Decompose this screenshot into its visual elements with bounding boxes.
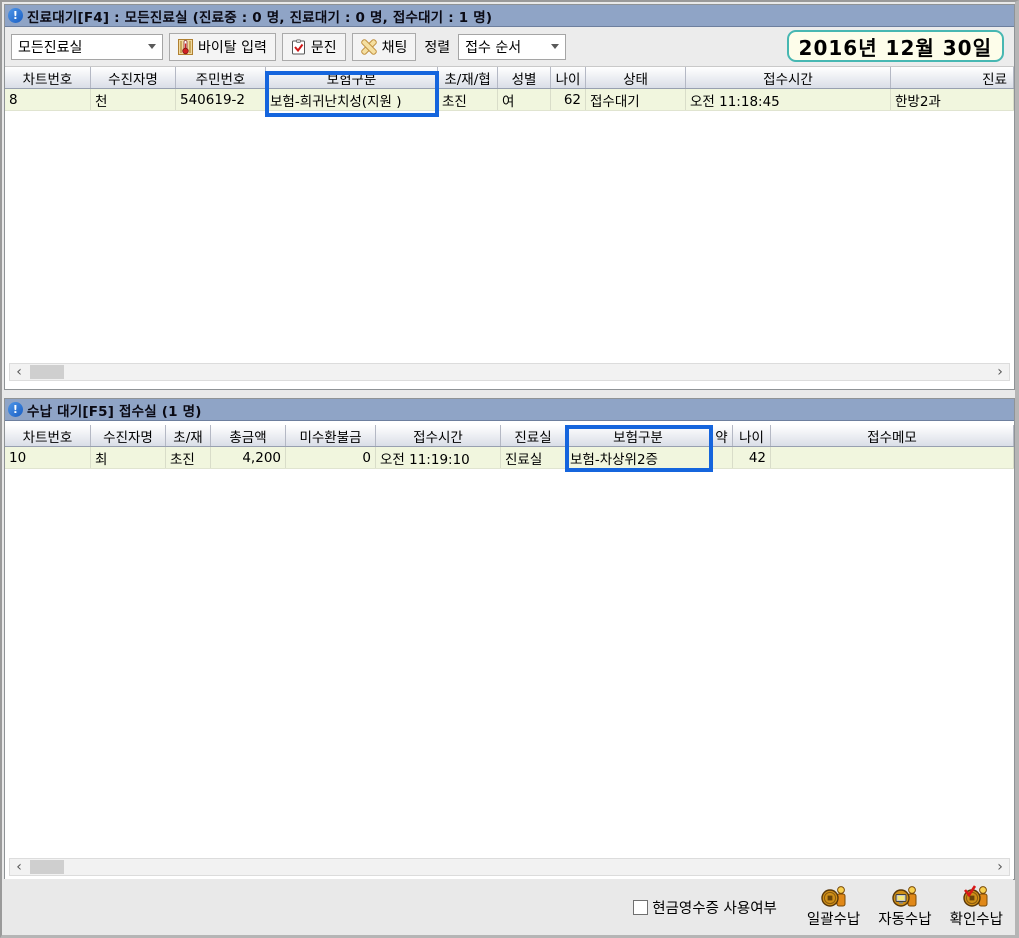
- room-select[interactable]: 모든진료실: [11, 34, 163, 60]
- column-header-insurance[interactable]: 보험구분: [266, 67, 438, 88]
- cell-patient: 천: [91, 89, 176, 110]
- cell-dept: 한방2과: [891, 89, 1014, 110]
- cell-refund: 0: [286, 447, 376, 468]
- column-header-insurance[interactable]: 보험구분: [566, 425, 711, 446]
- cell-chart-no: 8: [5, 89, 91, 110]
- scroll-thumb[interactable]: [30, 365, 64, 379]
- column-header-status[interactable]: 상태: [586, 67, 686, 88]
- coin-monitor-icon: [891, 885, 919, 907]
- cell-sex: 여: [498, 89, 551, 110]
- date-display[interactable]: 2016년 12월 30일: [787, 30, 1004, 62]
- coin-person-icon: [820, 885, 848, 907]
- sort-label: 정렬: [422, 37, 452, 57]
- scroll-left-icon[interactable]: ‹: [10, 364, 28, 380]
- column-header-room[interactable]: 진료실: [501, 425, 566, 446]
- questionnaire-button[interactable]: 문진: [282, 33, 346, 61]
- column-header-visit-type[interactable]: 초/재/협: [438, 67, 498, 88]
- treatment-wait-panel: ! 진료대기[F4] : 모든진료실 (진료중 : 0 명, 진료대기 : 0 …: [4, 4, 1015, 390]
- cell-insurance: 보험-차상위2증: [566, 447, 711, 468]
- cell-memo: [771, 447, 1014, 468]
- column-header-drug[interactable]: 약: [711, 425, 733, 446]
- column-header-time[interactable]: 접수시간: [686, 67, 891, 88]
- cell-visit: 초진: [166, 447, 211, 468]
- auto-payment-button[interactable]: 자동수납: [876, 885, 933, 929]
- vital-input-button[interactable]: 바이탈 입력: [169, 33, 276, 61]
- column-header-total[interactable]: 총금액: [211, 425, 286, 446]
- column-header-patient[interactable]: 수진자명: [91, 67, 176, 88]
- payment-row[interactable]: 10 최 초진 4,200 0 오전 11:19:10 진료실 보험-차상위2증…: [5, 447, 1014, 469]
- cell-time: 오전 11:18:45: [686, 89, 891, 110]
- scroll-left-icon[interactable]: ‹: [10, 859, 28, 875]
- payment-grid-body: [5, 469, 1014, 852]
- column-header-age[interactable]: 나이: [551, 67, 586, 88]
- date-text: 2016년 12월 30일: [799, 32, 992, 61]
- cash-receipt-option[interactable]: 현금영수증 사용여부: [633, 897, 777, 918]
- cell-drug: [711, 447, 733, 468]
- column-header-dept[interactable]: 진료: [891, 67, 1014, 88]
- column-header-age[interactable]: 나이: [733, 425, 771, 446]
- emr-window: { "window": { "date": "2016년 12월 30일" },…: [0, 0, 1019, 938]
- cell-room: 진료실: [501, 447, 566, 468]
- room-select-value: 모든진료실: [18, 37, 82, 57]
- cell-chart-no: 10: [5, 447, 91, 468]
- sort-select-value: 접수 순서: [465, 37, 521, 57]
- cell-status: 접수대기: [586, 89, 686, 110]
- payment-footer: 현금영수증 사용여부 일괄수납 자동수납: [4, 879, 1013, 935]
- confirm-payment-button[interactable]: 확인수납: [948, 885, 1005, 929]
- confirm-payment-label: 확인수납: [950, 908, 1003, 929]
- cell-jumin: 540619-2: [176, 89, 266, 110]
- cash-receipt-label: 현금영수증 사용여부: [652, 897, 777, 918]
- payment-wait-panel: ! 수납 대기[F5] 접수실 (1 명) 차트번호 수진자명 초/재 총금액 …: [4, 398, 1015, 880]
- info-icon: !: [8, 402, 23, 417]
- cell-visit-type: 초진: [438, 89, 498, 110]
- questionnaire-label: 문진: [311, 37, 337, 57]
- chat-button[interactable]: 채팅: [352, 33, 417, 61]
- payment-grid-header: 차트번호 수진자명 초/재 총금액 미수환불금 접수시간 진료실 보험구분 약 …: [5, 425, 1014, 447]
- cell-time: 오전 11:19:10: [376, 447, 501, 468]
- chevron-down-icon: [148, 44, 156, 49]
- treatment-wait-titlebar: ! 진료대기[F4] : 모든진료실 (진료중 : 0 명, 진료대기 : 0 …: [5, 5, 1014, 27]
- cell-patient: 최: [91, 447, 166, 468]
- payment-wait-title: 수납 대기[F5] 접수실 (1 명): [27, 400, 202, 420]
- treatment-row[interactable]: 8 천 540619-2 보험-희귀난치성(지원 ) 초진 여 62 접수대기 …: [5, 89, 1014, 111]
- chat-icon: [361, 39, 377, 55]
- scroll-right-icon[interactable]: ›: [991, 364, 1009, 380]
- coin-check-icon: [962, 885, 990, 907]
- info-icon: !: [8, 8, 23, 23]
- column-header-refund[interactable]: 미수환불금: [286, 425, 376, 446]
- treatment-toolbar: 모든진료실 바이탈 입력: [5, 27, 1014, 67]
- payment-h-scrollbar[interactable]: ‹ ›: [9, 858, 1010, 876]
- batch-payment-label: 일괄수납: [807, 908, 860, 929]
- cash-receipt-checkbox[interactable]: [633, 900, 648, 915]
- column-header-patient[interactable]: 수진자명: [91, 425, 166, 446]
- column-header-memo[interactable]: 접수메모: [771, 425, 1014, 446]
- payment-wait-titlebar: ! 수납 대기[F5] 접수실 (1 명): [5, 399, 1014, 421]
- vital-input-label: 바이탈 입력: [198, 37, 267, 57]
- column-header-chart-no[interactable]: 차트번호: [5, 67, 91, 88]
- sort-select[interactable]: 접수 순서: [458, 34, 566, 60]
- clipboard-check-icon: [291, 39, 306, 55]
- cell-insurance: 보험-희귀난치성(지원 ): [266, 89, 438, 110]
- thermometer-icon: [178, 39, 193, 55]
- scroll-right-icon[interactable]: ›: [991, 859, 1009, 875]
- batch-payment-button[interactable]: 일괄수납: [805, 885, 862, 929]
- auto-payment-label: 자동수납: [878, 908, 931, 929]
- chevron-down-icon: [551, 44, 559, 49]
- treatment-grid-body: [5, 111, 1014, 353]
- column-header-sex[interactable]: 성별: [498, 67, 551, 88]
- column-header-time[interactable]: 접수시간: [376, 425, 501, 446]
- treatment-wait-title: 진료대기[F4] : 모든진료실 (진료중 : 0 명, 진료대기 : 0 명,…: [27, 6, 492, 26]
- chat-label: 채팅: [382, 37, 408, 57]
- treatment-h-scrollbar[interactable]: ‹ ›: [9, 363, 1010, 381]
- column-header-jumin[interactable]: 주민번호: [176, 67, 266, 88]
- column-header-visit[interactable]: 초/재: [166, 425, 211, 446]
- scroll-thumb[interactable]: [30, 860, 64, 874]
- cell-age: 42: [733, 447, 771, 468]
- cell-age: 62: [551, 89, 586, 110]
- treatment-grid-header: 차트번호 수진자명 주민번호 보험구분 초/재/협 성별 나이 상태 접수시간 …: [5, 67, 1014, 89]
- cell-total: 4,200: [211, 447, 286, 468]
- column-header-chart-no[interactable]: 차트번호: [5, 425, 91, 446]
